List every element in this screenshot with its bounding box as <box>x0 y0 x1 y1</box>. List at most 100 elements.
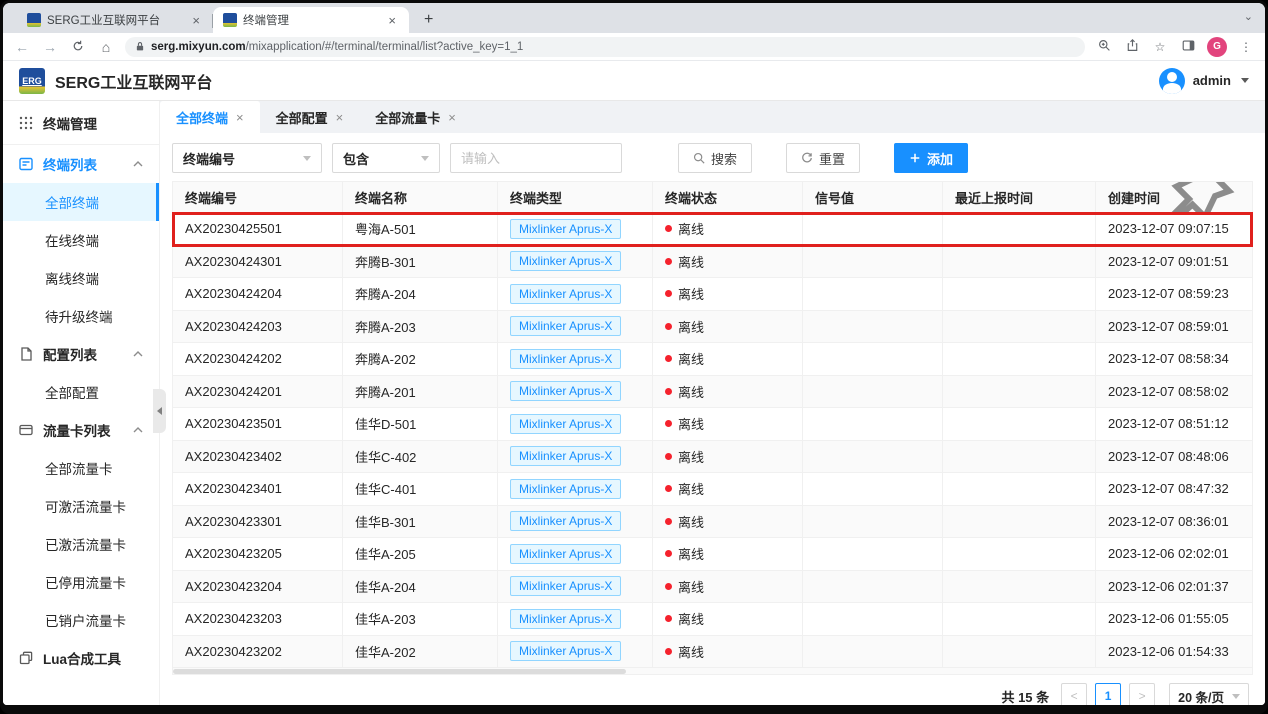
sidebar-item-all-configs[interactable]: 全部配置 <box>3 373 159 411</box>
terminal-type-cell: Mixlinker Aprus-X <box>498 571 653 604</box>
page-size-select[interactable]: 20 条/页 <box>1169 683 1249 705</box>
sidebar-group-config-list[interactable]: 配置列表 <box>3 335 159 373</box>
table-row[interactable]: AX20230424201奔腾A-201Mixlinker Aprus-X离线2… <box>173 376 1252 409</box>
browser-tab-2[interactable]: 终端管理 × <box>213 7 409 33</box>
reset-icon <box>801 152 813 164</box>
zoom-icon[interactable] <box>1095 39 1113 55</box>
terminal-id-cell: AX20230423301 <box>173 506 343 539</box>
sidebar-item-all-sim-cards[interactable]: 全部流量卡 <box>3 449 159 487</box>
table-row[interactable]: AX20230423203佳华A-203Mixlinker Aprus-X离线2… <box>173 603 1252 636</box>
home-icon[interactable]: ⌂ <box>97 39 115 55</box>
last-report-time-cell <box>943 603 1096 636</box>
table-row[interactable]: AX20230423501佳华D-501Mixlinker Aprus-X离线2… <box>173 408 1252 441</box>
copy-blocks-icon <box>19 651 33 665</box>
share-icon[interactable] <box>1123 39 1141 55</box>
offline-status-dot-icon <box>665 323 672 330</box>
page-number-button[interactable]: 1 <box>1095 683 1121 705</box>
terminal-type-cell: Mixlinker Aprus-X <box>498 311 653 344</box>
status-text: 离线 <box>678 512 704 531</box>
field-select[interactable]: 终端编号 <box>172 143 322 173</box>
sidebar-item-suspended-sim-cards[interactable]: 已停用流量卡 <box>3 563 159 601</box>
created-time-cell: 2023-12-06 02:01:37 <box>1095 571 1252 604</box>
terminal-status-cell: 离线 <box>653 441 803 474</box>
sidebar-item-activatable-sim-cards[interactable]: 可激活流量卡 <box>3 487 159 525</box>
terminal-status-cell: 离线 <box>653 376 803 409</box>
created-time-cell: 2023-12-06 01:55:05 <box>1095 603 1252 636</box>
side-panel-icon[interactable] <box>1179 39 1197 55</box>
terminal-name-cell: 佳华C-402 <box>343 441 498 474</box>
collapse-arrow-icon <box>157 407 162 415</box>
add-button[interactable]: 添加 <box>894 143 968 173</box>
search-button[interactable]: 搜索 <box>678 143 752 173</box>
close-tab-icon[interactable]: × <box>448 110 456 125</box>
user-avatar[interactable] <box>1159 68 1185 94</box>
sidebar-item-pending-upgrade-terminals[interactable]: 待升级终端 <box>3 297 159 335</box>
reset-button[interactable]: 重置 <box>786 143 860 173</box>
pin-column-icon[interactable] <box>1160 182 1240 213</box>
last-report-time-cell <box>943 538 1096 571</box>
sidebar-item-closed-sim-cards[interactable]: 已销户流量卡 <box>3 601 159 639</box>
forward-icon[interactable]: → <box>41 39 59 55</box>
sidebar-group-terminal-list[interactable]: 终端列表 <box>3 145 159 183</box>
created-time-cell: 2023-12-07 08:59:01 <box>1095 311 1252 344</box>
status-text: 离线 <box>678 317 704 336</box>
sidebar-group-sim-card-list[interactable]: 流量卡列表 <box>3 411 159 449</box>
browser-menu-icon[interactable]: ⋮ <box>1237 40 1255 54</box>
table-row[interactable]: AX20230423301佳华B-301Mixlinker Aprus-X离线2… <box>173 506 1252 539</box>
new-tab-button[interactable]: + <box>417 11 440 29</box>
browser-tab-1[interactable]: SERG工业互联网平台 × <box>17 7 213 33</box>
favicon <box>27 13 41 27</box>
sidebar-item-lua-tool[interactable]: Lua合成工具 <box>3 639 159 677</box>
close-tab-icon[interactable]: × <box>236 110 244 125</box>
sidebar-item-activated-sim-cards[interactable]: 已激活流量卡 <box>3 525 159 563</box>
workspace-tab-all-configs[interactable]: 全部配置× <box>260 101 360 133</box>
table-row[interactable]: AX20230423205佳华A-205Mixlinker Aprus-X离线2… <box>173 538 1252 571</box>
close-tab-icon[interactable]: × <box>336 110 344 125</box>
last-report-time-cell <box>943 311 1096 344</box>
sidebar-item-offline-terminals[interactable]: 离线终端 <box>3 259 159 297</box>
sidebar-item-online-terminals[interactable]: 在线终端 <box>3 221 159 259</box>
table-row[interactable]: AX20230425501粤海A-501Mixlinker Aprus-X离线2… <box>173 213 1252 246</box>
bookmark-star-icon[interactable]: ☆ <box>1151 40 1169 54</box>
workspace-tab-all-sim-cards[interactable]: 全部流量卡× <box>359 101 472 133</box>
address-bar[interactable]: serg.mixyun.com/mixapplication/#/termina… <box>125 37 1085 57</box>
file-icon <box>19 347 33 361</box>
table-row[interactable]: AX20230424203奔腾A-203Mixlinker Aprus-X离线2… <box>173 311 1252 344</box>
table-row[interactable]: AX20230424204奔腾A-204Mixlinker Aprus-X离线2… <box>173 278 1252 311</box>
tab-search-chevron-icon[interactable]: ⌄ <box>1244 10 1253 23</box>
terminal-name-cell: 奔腾A-202 <box>343 343 498 376</box>
table-row[interactable]: AX20230423402佳华C-402Mixlinker Aprus-X离线2… <box>173 441 1252 474</box>
close-tab-icon[interactable]: × <box>189 13 203 28</box>
close-tab-icon[interactable]: × <box>385 13 399 28</box>
horizontal-scrollbar[interactable] <box>172 668 1253 675</box>
chevron-up-icon <box>133 157 143 172</box>
sidebar-item-all-terminals[interactable]: 全部终端 <box>3 183 159 221</box>
search-input[interactable] <box>450 143 622 173</box>
terminal-type-badge: Mixlinker Aprus-X <box>510 349 621 369</box>
operator-select[interactable]: 包含 <box>332 143 440 173</box>
prev-page-button[interactable]: < <box>1061 683 1087 705</box>
table-row[interactable]: AX20230423202佳华A-202Mixlinker Aprus-X离线2… <box>173 636 1252 669</box>
workspace-tab-all-terminals[interactable]: 全部终端× <box>160 101 260 133</box>
created-time-cell: 2023-12-07 08:47:32 <box>1095 473 1252 506</box>
last-report-time-cell <box>943 441 1096 474</box>
terminal-id-cell: AX20230423204 <box>173 571 343 604</box>
table-row[interactable]: AX20230423401佳华C-401Mixlinker Aprus-X离线2… <box>173 473 1252 506</box>
signal-value-cell <box>803 603 943 636</box>
browser-profile-avatar[interactable]: G <box>1207 37 1227 57</box>
terminal-name-cell: 奔腾B-301 <box>343 246 498 279</box>
user-name[interactable]: admin <box>1193 73 1231 88</box>
terminal-type-cell: Mixlinker Aprus-X <box>498 538 653 571</box>
user-menu-chevron-icon[interactable] <box>1241 78 1249 83</box>
scrollbar-thumb[interactable] <box>173 669 626 674</box>
next-page-button[interactable]: > <box>1129 683 1155 705</box>
back-icon[interactable]: ← <box>13 39 31 55</box>
table-row[interactable]: AX20230423204佳华A-204Mixlinker Aprus-X离线2… <box>173 571 1252 604</box>
created-time-cell: 2023-12-06 01:54:33 <box>1095 636 1252 669</box>
table-row[interactable]: AX20230424202奔腾A-202Mixlinker Aprus-X离线2… <box>173 343 1252 376</box>
content-panel: 终端编号 包含 搜索 重置 <box>160 133 1265 705</box>
sidebar-collapse-handle[interactable] <box>153 389 166 433</box>
reload-icon[interactable] <box>69 39 87 55</box>
last-report-time-cell <box>943 246 1096 279</box>
table-row[interactable]: AX20230424301奔腾B-301Mixlinker Aprus-X离线2… <box>173 246 1252 279</box>
